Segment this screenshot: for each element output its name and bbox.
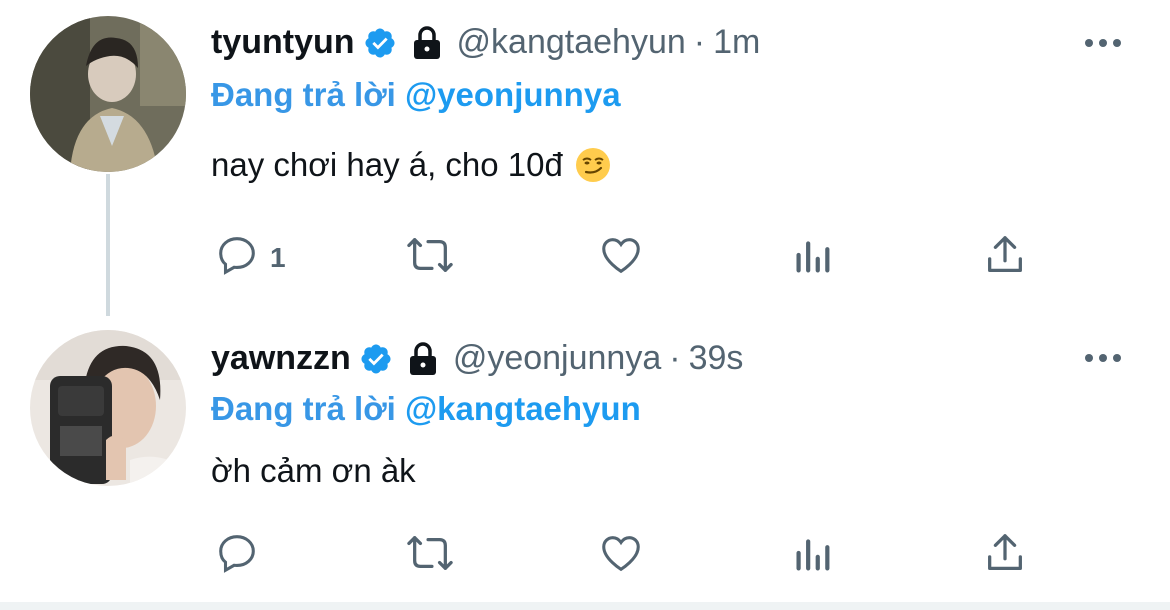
timestamp[interactable]: 39s [689, 339, 744, 378]
display-name[interactable]: tyuntyun [211, 23, 355, 62]
analytics-icon [792, 530, 832, 581]
separator: · [669, 339, 681, 377]
tweet-text: ờh cảm ơn àk [211, 452, 416, 490]
more-icon[interactable] [1085, 39, 1121, 47]
divider [0, 602, 1170, 610]
replying-to: Đang trả lời @yeonjunnya [211, 76, 621, 114]
analytics-button[interactable] [792, 232, 832, 283]
retweet-button[interactable] [402, 232, 458, 283]
tweet-header: yawnzzn @yeonjunnya · 39s [211, 339, 743, 378]
retweet-button[interactable] [402, 530, 458, 581]
tweet-text: nay chơi hay á, cho 10đ [211, 146, 611, 184]
reply-mention[interactable]: @yeonjunnya [405, 76, 621, 113]
verified-badge-icon [363, 26, 397, 60]
handle[interactable]: @yeonjunnya [453, 339, 661, 378]
retweet-icon [402, 530, 458, 581]
tweet-header: tyuntyun @kangtaehyun · 1m [211, 23, 760, 62]
separator: · [693, 23, 706, 61]
analytics-button[interactable] [792, 530, 832, 581]
like-button[interactable] [598, 232, 644, 283]
handle[interactable]: @kangtaehyun [457, 23, 686, 62]
share-icon [982, 232, 1028, 283]
reply-prefix: Đang trả lời [211, 76, 396, 113]
lock-icon [407, 341, 439, 376]
like-icon [598, 232, 644, 283]
reply-count: 1 [270, 241, 286, 273]
like-icon [598, 530, 644, 581]
reply-icon [214, 232, 260, 283]
lock-icon [411, 25, 443, 60]
avatar[interactable] [30, 330, 186, 486]
action-bar [0, 530, 1170, 580]
reply-prefix: Đang trả lời [211, 390, 396, 427]
reply-icon [214, 530, 260, 581]
share-button[interactable] [982, 530, 1028, 581]
share-button[interactable] [982, 232, 1028, 283]
reply-button[interactable] [214, 530, 270, 581]
tweet-text-content: nay chơi hay á, cho 10đ [211, 146, 563, 183]
reply-button[interactable]: 1 [214, 232, 286, 283]
action-bar: 1 [0, 232, 1170, 282]
verified-badge-icon [359, 342, 393, 376]
more-icon[interactable] [1085, 354, 1121, 362]
replying-to: Đang trả lời @kangtaehyun [211, 390, 641, 428]
retweet-icon [402, 232, 458, 283]
analytics-icon [792, 232, 832, 283]
smirking-face-icon [575, 147, 611, 183]
share-icon [982, 530, 1028, 581]
tweet-text-content: ờh cảm ơn àk [211, 452, 416, 489]
like-button[interactable] [598, 530, 644, 581]
display-name[interactable]: yawnzzn [211, 339, 351, 378]
reply-mention[interactable]: @kangtaehyun [405, 390, 641, 427]
avatar[interactable] [30, 16, 186, 172]
timestamp[interactable]: 1m [713, 23, 760, 62]
